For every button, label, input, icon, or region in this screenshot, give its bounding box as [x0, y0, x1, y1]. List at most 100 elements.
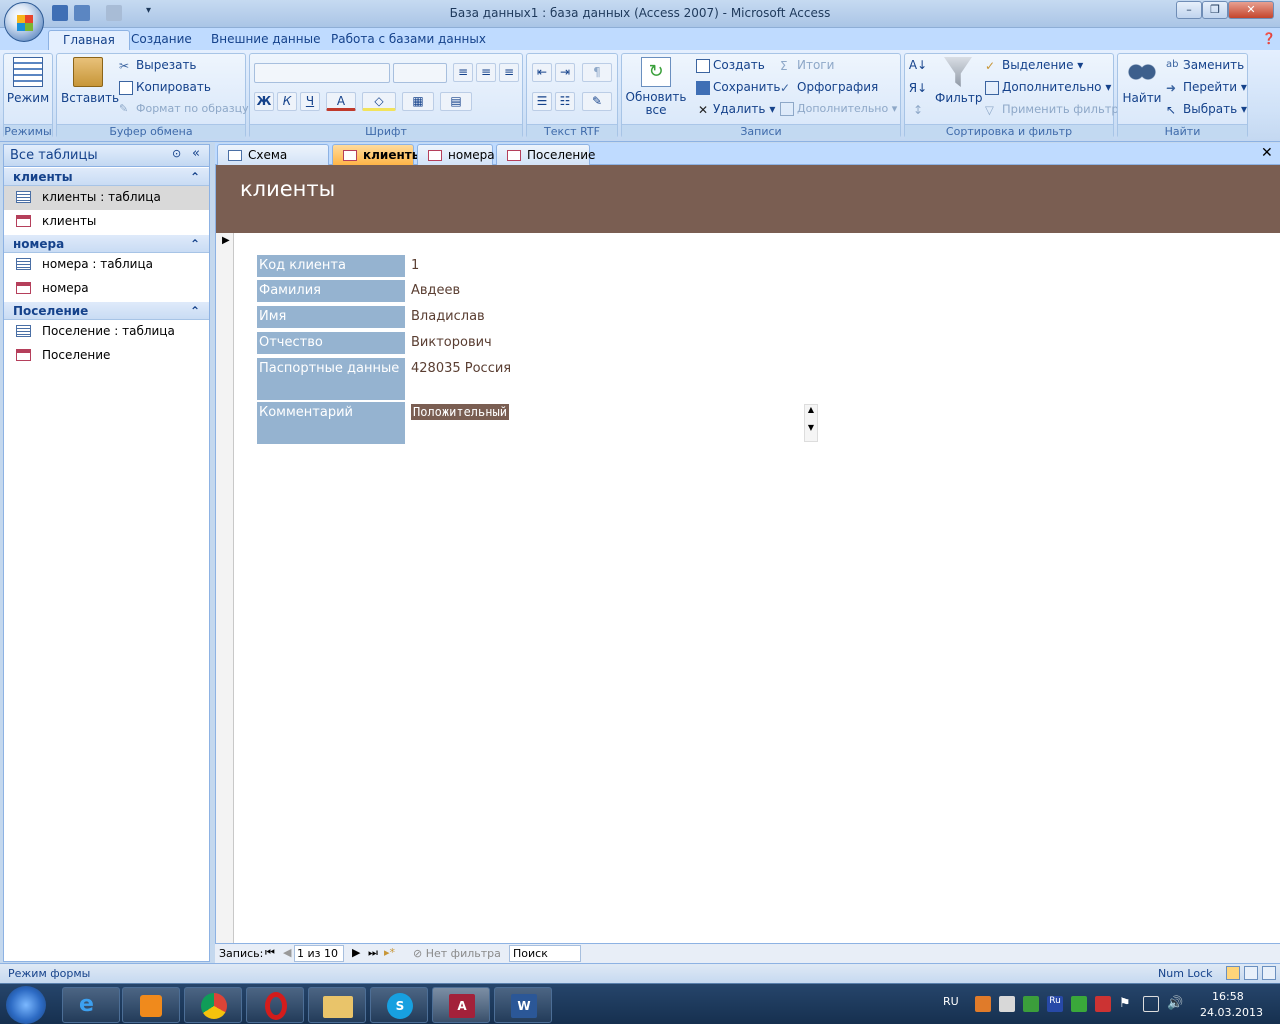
numbered-list-icon[interactable]: ☰	[532, 92, 552, 111]
align-right-icon[interactable]: ≡	[499, 63, 519, 82]
sort-descending-icon[interactable]: Я↓	[908, 80, 928, 99]
new-record-button[interactable]: Создать	[696, 58, 765, 73]
field-patronymic[interactable]: Викторович	[411, 335, 492, 350]
totals-button[interactable]: Σ Итоги	[780, 58, 834, 73]
tab-external-data[interactable]: Внешние данные	[197, 30, 334, 50]
field-comment[interactable]: Положительный ▲ ▼	[411, 404, 823, 442]
doc-tab-settlement[interactable]: Поселение	[496, 144, 595, 165]
tray-app-icon[interactable]	[975, 996, 991, 1012]
nav-group-clients[interactable]: клиенты ⌃	[4, 168, 209, 186]
font-name-select[interactable]	[254, 63, 390, 83]
help-icon[interactable]: ❓	[1262, 32, 1276, 46]
redo-icon[interactable]	[106, 5, 122, 21]
nav-item-settlement-form[interactable]: Поселение	[4, 344, 209, 368]
fill-color-icon[interactable]: ◇	[362, 92, 396, 111]
collapse-group-icon[interactable]: ⌃	[190, 170, 200, 184]
taskbar-skype[interactable]: S	[370, 987, 428, 1023]
clear-sort-icon[interactable]: ↕	[908, 102, 928, 121]
layout-view-icon[interactable]	[1244, 966, 1258, 980]
design-view-icon[interactable]	[1262, 966, 1276, 980]
prev-record-icon[interactable]: ◀	[283, 946, 291, 959]
tray-check-icon[interactable]	[1023, 996, 1039, 1012]
record-selector[interactable]: ▶	[216, 233, 234, 943]
apply-filter-button[interactable]: ▽ Применить фильтр	[985, 102, 1119, 117]
taskbar-media-player[interactable]	[122, 987, 180, 1023]
decrease-indent-icon[interactable]: ⇤	[532, 63, 552, 82]
align-center-icon[interactable]: ≡	[476, 63, 496, 82]
taskbar-word[interactable]: W	[494, 987, 552, 1023]
new-record-icon[interactable]: ▸*	[384, 946, 395, 959]
nav-item-rooms-table[interactable]: номера : таблица	[4, 253, 209, 277]
doc-tab-rooms[interactable]: номера	[417, 144, 495, 165]
field-name[interactable]: Владислав	[411, 309, 485, 324]
taskbar-ie[interactable]: e	[62, 987, 120, 1023]
next-record-icon[interactable]: ▶	[352, 946, 360, 959]
volume-icon[interactable]: 🔊	[1167, 996, 1183, 1012]
taskbar-chrome[interactable]	[184, 987, 242, 1023]
bold-button[interactable]: Ж	[254, 92, 274, 111]
close-button[interactable]: ✕	[1228, 1, 1274, 19]
tray-antivirus-icon[interactable]	[1095, 996, 1111, 1012]
delete-record-button[interactable]: ✕ Удалить ▾	[696, 102, 775, 117]
gridlines-icon[interactable]: ▦	[402, 92, 434, 111]
doc-tab-schema[interactable]: Схема данных	[217, 144, 329, 176]
nav-group-settlement[interactable]: Поселение ⌃	[4, 302, 209, 320]
tray-shield-icon[interactable]	[1071, 996, 1087, 1012]
language-indicator[interactable]: RU	[943, 995, 959, 1008]
taskbar-access[interactable]: A	[432, 987, 490, 1023]
comment-scrollbar[interactable]: ▲ ▼	[804, 404, 818, 442]
taskbar-opera[interactable]	[246, 987, 304, 1023]
nav-item-rooms-form[interactable]: номера	[4, 277, 209, 301]
tab-create[interactable]: Создание	[117, 30, 206, 50]
nav-group-rooms[interactable]: номера ⌃	[4, 235, 209, 253]
find-button[interactable]: Найти	[1120, 57, 1164, 105]
advanced-filter-button[interactable]: Дополнительно ▾	[985, 80, 1111, 95]
record-position-input[interactable]: 1 из 10	[294, 945, 344, 962]
mode-button[interactable]: Режим	[6, 57, 50, 105]
collapse-nav-icon[interactable]: «	[192, 146, 200, 161]
maximize-button[interactable]: ❐	[1202, 1, 1228, 19]
more-records-button[interactable]: Дополнительно ▾	[780, 102, 897, 116]
form-view-icon[interactable]	[1226, 966, 1240, 980]
clock-time[interactable]: 16:58	[1212, 990, 1244, 1003]
underline-button[interactable]: Ч	[300, 92, 320, 111]
nav-menu-icon[interactable]: ⊙	[172, 147, 181, 160]
font-size-select[interactable]	[393, 63, 447, 83]
copy-button[interactable]: Копировать	[119, 80, 211, 95]
filter-button[interactable]: Фильтр	[935, 57, 982, 105]
alternate-fill-icon[interactable]: ▤	[440, 92, 472, 111]
search-input[interactable]: Поиск	[509, 945, 581, 962]
tray-ru-icon[interactable]: Ru	[1047, 996, 1063, 1012]
bullet-list-icon[interactable]: ☷	[555, 92, 575, 111]
sort-ascending-icon[interactable]: A↓	[908, 57, 928, 76]
nav-item-settlement-table[interactable]: Поселение : таблица	[4, 320, 209, 344]
undo-icon[interactable]	[74, 5, 90, 21]
office-button[interactable]	[4, 2, 44, 42]
font-color-button[interactable]: А	[326, 92, 356, 111]
save-record-button[interactable]: Сохранить	[696, 80, 781, 95]
field-surname[interactable]: Авдеев	[411, 283, 460, 298]
increase-indent-icon[interactable]: ⇥	[555, 63, 575, 82]
paste-button[interactable]: Вставить	[61, 57, 119, 105]
nav-item-clients-form[interactable]: клиенты	[4, 210, 209, 234]
network-icon[interactable]	[1143, 996, 1159, 1012]
highlight-icon[interactable]: ✎	[582, 92, 612, 111]
filter-status[interactable]: ⊘ Нет фильтра	[413, 947, 501, 960]
italic-button[interactable]: К	[277, 92, 297, 111]
save-icon[interactable]	[52, 5, 68, 21]
cut-button[interactable]: ✂ Вырезать	[119, 58, 197, 73]
last-record-icon[interactable]: ⏭	[368, 946, 378, 960]
goto-button[interactable]: ➜ Перейти ▾	[1166, 80, 1247, 95]
format-painter-button[interactable]: ✎ Формат по образцу	[119, 102, 249, 116]
select-button[interactable]: ↖ Выбрать ▾	[1166, 102, 1247, 117]
doc-tab-clients[interactable]: клиенты	[332, 144, 423, 165]
selection-filter-button[interactable]: ✓ Выделение ▾	[985, 58, 1083, 73]
field-client-id[interactable]: 1	[411, 258, 419, 273]
paragraph-icon[interactable]: ¶	[582, 63, 612, 82]
collapse-group-icon[interactable]: ⌃	[190, 304, 200, 318]
collapse-group-icon[interactable]: ⌃	[190, 237, 200, 251]
quick-access-menu-icon[interactable]: ▾	[146, 5, 156, 21]
tray-keyboard-icon[interactable]	[999, 996, 1015, 1012]
field-passport[interactable]: 428035 Россия	[411, 361, 511, 376]
close-document-icon[interactable]: ✕	[1261, 145, 1273, 161]
